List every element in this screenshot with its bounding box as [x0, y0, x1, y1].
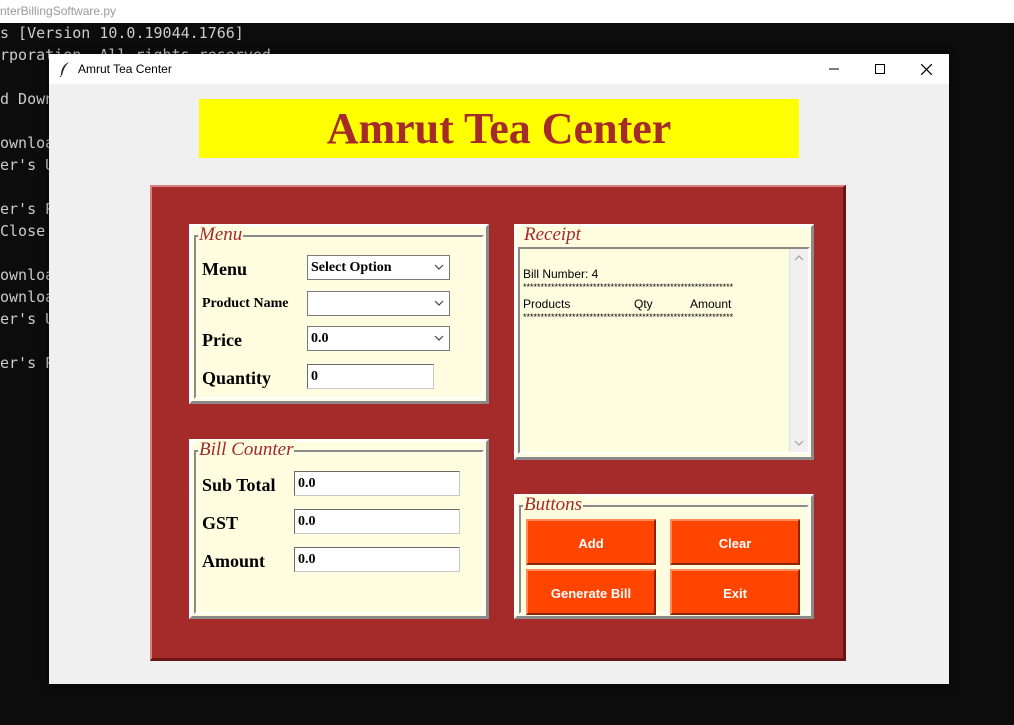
bill-counter-frame: Bill Counter Sub Total 0.0 GST 0.0 Amoun…: [189, 439, 489, 619]
chevron-up-icon[interactable]: [794, 254, 804, 261]
maximize-button[interactable]: [857, 54, 903, 84]
receipt-frame: Receipt Bill Number: 4 *****************…: [514, 224, 814, 460]
console-line: ownloa: [0, 266, 55, 284]
window-content: Amrut Tea Center Menu Menu Select Option…: [49, 84, 949, 684]
console-line: ownloa: [0, 134, 55, 152]
quantity-label: Quantity: [202, 368, 272, 388]
close-button[interactable]: [903, 54, 949, 84]
receipt-separator: ****************************************…: [523, 312, 734, 322]
receipt-content: Bill Number: 4 *************************…: [522, 251, 788, 450]
console-line: er's P: [0, 200, 55, 218]
menu-label: Menu: [202, 259, 247, 279]
console-line: Close: [0, 222, 46, 240]
amount-field[interactable]: 0.0: [294, 547, 460, 572]
product-name-label: Product Name: [202, 296, 289, 311]
feather-icon: [59, 62, 69, 77]
gst-label: GST: [202, 513, 239, 533]
col-qty-header: Qty: [634, 297, 653, 311]
minimize-button[interactable]: [811, 54, 857, 84]
col-amount-header: Amount: [690, 297, 732, 311]
app-title-banner: Amrut Tea Center: [199, 99, 799, 158]
gst-field[interactable]: 0.0: [294, 509, 460, 534]
add-button[interactable]: Add: [526, 519, 656, 565]
clear-button[interactable]: Clear: [670, 519, 800, 565]
buttons-legend: Buttons: [523, 494, 584, 515]
minimize-icon: [829, 68, 839, 70]
console-line: er's U: [0, 156, 55, 174]
bill-number-text: Bill Number: 4: [523, 267, 599, 281]
col-products-header: Products: [523, 297, 571, 311]
chevron-down-icon: [434, 335, 444, 341]
menu-frame: Menu Menu Select Option Product Name Pri…: [189, 224, 489, 404]
menu-select-value: Select Option: [311, 260, 392, 275]
product-name-select[interactable]: [307, 291, 450, 316]
chevron-down-icon: [434, 264, 444, 270]
receipt-scrollbar[interactable]: [789, 249, 808, 452]
app-window: Amrut Tea Center Amrut Tea Center Menu M…: [49, 54, 949, 684]
window-titlebar[interactable]: Amrut Tea Center: [49, 54, 949, 84]
maximize-icon: [875, 64, 885, 74]
console-line: s [Version 10.0.19044.1766]: [0, 24, 244, 42]
receipt-separator: ****************************************…: [523, 282, 734, 292]
generate-bill-button[interactable]: Generate Bill: [526, 569, 656, 615]
quantity-field[interactable]: 0: [307, 364, 434, 389]
console-tab-bar: nterBillingSoftware.py: [0, 0, 1014, 23]
receipt-textarea[interactable]: Bill Number: 4 *************************…: [518, 247, 810, 454]
menu-select[interactable]: Select Option: [307, 255, 450, 280]
console-line: er's U: [0, 310, 55, 328]
chevron-down-icon: [434, 300, 444, 306]
window-title: Amrut Tea Center: [78, 62, 172, 76]
price-label: Price: [202, 330, 242, 350]
buttons-frame: Buttons Add Clear Generate Bill Exit: [514, 494, 814, 619]
exit-button[interactable]: Exit: [670, 569, 800, 615]
subtotal-field[interactable]: 0.0: [294, 471, 460, 496]
console-line: ownloa: [0, 288, 55, 306]
bill-counter-legend: Bill Counter: [198, 439, 295, 460]
price-select[interactable]: 0.0: [307, 326, 450, 351]
price-select-value: 0.0: [311, 331, 329, 346]
menu-frame-legend: Menu: [198, 224, 244, 245]
close-icon: [920, 63, 932, 75]
console-tab-title: nterBillingSoftware.py: [0, 4, 117, 18]
console-line: d Down: [0, 90, 55, 108]
main-panel: Menu Menu Select Option Product Name Pri…: [150, 185, 846, 661]
amount-label: Amount: [202, 551, 266, 571]
subtotal-label: Sub Total: [202, 475, 276, 495]
console-line: er's P: [0, 354, 55, 372]
receipt-legend: Receipt: [523, 224, 582, 245]
chevron-down-icon[interactable]: [794, 440, 804, 447]
